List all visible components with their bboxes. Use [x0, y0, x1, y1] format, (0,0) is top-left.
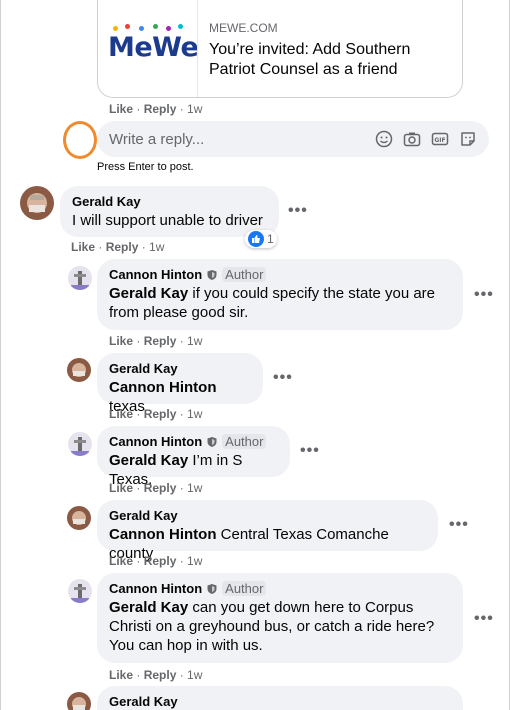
comment-text: Gerald Kay can you get down here to Corp… [109, 598, 451, 655]
comment-actions: Like · Reply · 1w [109, 554, 203, 568]
avatar-cannon-hinton[interactable] [68, 579, 92, 603]
more-options-icon[interactable]: ••• [474, 610, 494, 628]
mention[interactable]: Gerald Kay [109, 285, 188, 302]
timestamp[interactable]: 1w [187, 102, 202, 116]
comment-actions: Like · Reply · 1w [109, 407, 203, 421]
timestamp[interactable]: 1w [187, 407, 202, 421]
more-options-icon[interactable]: ••• [273, 369, 293, 387]
timestamp[interactable]: 1w [149, 240, 164, 254]
press-enter-hint: Press Enter to post. [97, 161, 194, 173]
comment-author[interactable]: Cannon Hinton [109, 267, 202, 282]
comment-bubble: Cannon Hinton Author Gerald Kay can you … [97, 573, 463, 663]
more-options-icon[interactable]: ••• [288, 202, 308, 220]
comment-bubble: Cannon Hinton Author Gerald Kay I’m in S… [97, 426, 290, 488]
like-button[interactable]: Like [109, 407, 133, 421]
comment-author[interactable]: Cannon Hinton [109, 434, 202, 449]
reaction-number: 1 [267, 232, 274, 246]
link-title[interactable]: You’re invited: Add Southern Patriot Cou… [209, 40, 449, 80]
comment-author[interactable]: Gerald Kay [109, 508, 426, 523]
mention[interactable]: Cannon Hinton [109, 379, 216, 396]
avatar-gerald-kay[interactable] [67, 692, 91, 710]
reply-icons: GIF [375, 130, 477, 148]
like-reaction-icon [248, 231, 264, 247]
avatar-cannon-hinton[interactable] [68, 266, 92, 290]
author-badge: Author [222, 434, 267, 449]
link-domain: MEWE.COM [209, 21, 278, 35]
comment-author[interactable]: Gerald Kay [109, 361, 251, 376]
timestamp[interactable]: 1w [187, 481, 202, 495]
comment-bubble: Gerald Kay [97, 686, 463, 710]
reply-button[interactable]: Reply [144, 102, 177, 116]
reply-input[interactable]: Write a reply... [109, 131, 204, 148]
avatar-gerald-kay[interactable] [20, 186, 54, 220]
reply-button[interactable]: Reply [106, 240, 139, 254]
svg-text:GIF: GIF [434, 137, 445, 144]
comment-author-row: Cannon Hinton Author [109, 434, 278, 449]
annotation-circle [63, 121, 97, 159]
reply-button[interactable]: Reply [144, 554, 177, 568]
comment-author-row: Cannon Hinton Author [109, 267, 451, 282]
comment-author[interactable]: Gerald Kay [72, 194, 267, 209]
reply-button[interactable]: Reply [144, 668, 177, 682]
shield-icon [207, 269, 217, 280]
camera-icon[interactable] [403, 130, 421, 148]
comment-actions: Like · Reply · 1w [109, 334, 203, 348]
shield-icon [207, 583, 217, 594]
comment-bubble: Cannon Hinton Author Gerald Kay if you c… [97, 259, 463, 330]
reply-box[interactable]: Write a reply... GIF [97, 121, 489, 157]
comment-author[interactable]: Gerald Kay [109, 694, 451, 709]
avatar-cannon-hinton[interactable] [68, 432, 92, 456]
mention[interactable]: Gerald Kay [109, 599, 188, 616]
emoji-icon[interactable] [375, 130, 393, 148]
comment-bubble: Gerald Kay I will support unable to driv… [60, 186, 279, 237]
reply-button[interactable]: Reply [144, 481, 177, 495]
sticker-icon[interactable] [459, 130, 477, 148]
comment-actions: Like · Reply · 1w [109, 481, 203, 495]
timestamp[interactable]: 1w [187, 334, 202, 348]
comment-author-row: Cannon Hinton Author [109, 581, 451, 596]
reaction-count[interactable]: 1 [245, 230, 277, 248]
comment-text: I will support unable to driver [72, 212, 263, 229]
card-divider [197, 0, 198, 97]
gif-icon[interactable]: GIF [431, 130, 449, 148]
like-button[interactable]: Like [109, 481, 133, 495]
mention[interactable]: Gerald Kay [109, 452, 188, 469]
author-badge: Author [222, 581, 267, 596]
more-options-icon[interactable]: ••• [474, 286, 494, 304]
comment-bubble: Gerald Kay Cannon Hinton texas [97, 353, 263, 415]
comment-author[interactable]: Cannon Hinton [109, 581, 202, 596]
more-options-icon[interactable]: ••• [449, 516, 469, 534]
timestamp[interactable]: 1w [187, 668, 202, 682]
timestamp[interactable]: 1w [187, 554, 202, 568]
like-button[interactable]: Like [109, 668, 133, 682]
avatar-gerald-kay[interactable] [67, 506, 91, 530]
link-preview-card[interactable]: MeWe MEWE.COM You’re invited: Add Southe… [97, 0, 463, 98]
like-button[interactable]: Like [109, 334, 133, 348]
mewe-logo: MeWe [108, 32, 199, 63]
post-actions: Like · Reply · 1w [109, 102, 203, 116]
shield-icon [207, 436, 217, 447]
avatar-gerald-kay[interactable] [67, 358, 91, 382]
like-button[interactable]: Like [109, 554, 133, 568]
like-button[interactable]: Like [71, 240, 95, 254]
comment-bubble: Gerald Kay Cannon Hinton Central Texas C… [97, 500, 438, 562]
author-badge: Author [222, 267, 267, 282]
comment-actions: Like · Reply · 1w [71, 240, 165, 254]
mention[interactable]: Cannon Hinton [109, 526, 216, 543]
more-options-icon[interactable]: ••• [300, 442, 320, 460]
reply-button[interactable]: Reply [144, 407, 177, 421]
like-button[interactable]: Like [109, 102, 133, 116]
comment-actions: Like · Reply · 1w [109, 668, 203, 682]
comment-text: Gerald Kay if you could specify the stat… [109, 284, 451, 322]
reply-button[interactable]: Reply [144, 334, 177, 348]
